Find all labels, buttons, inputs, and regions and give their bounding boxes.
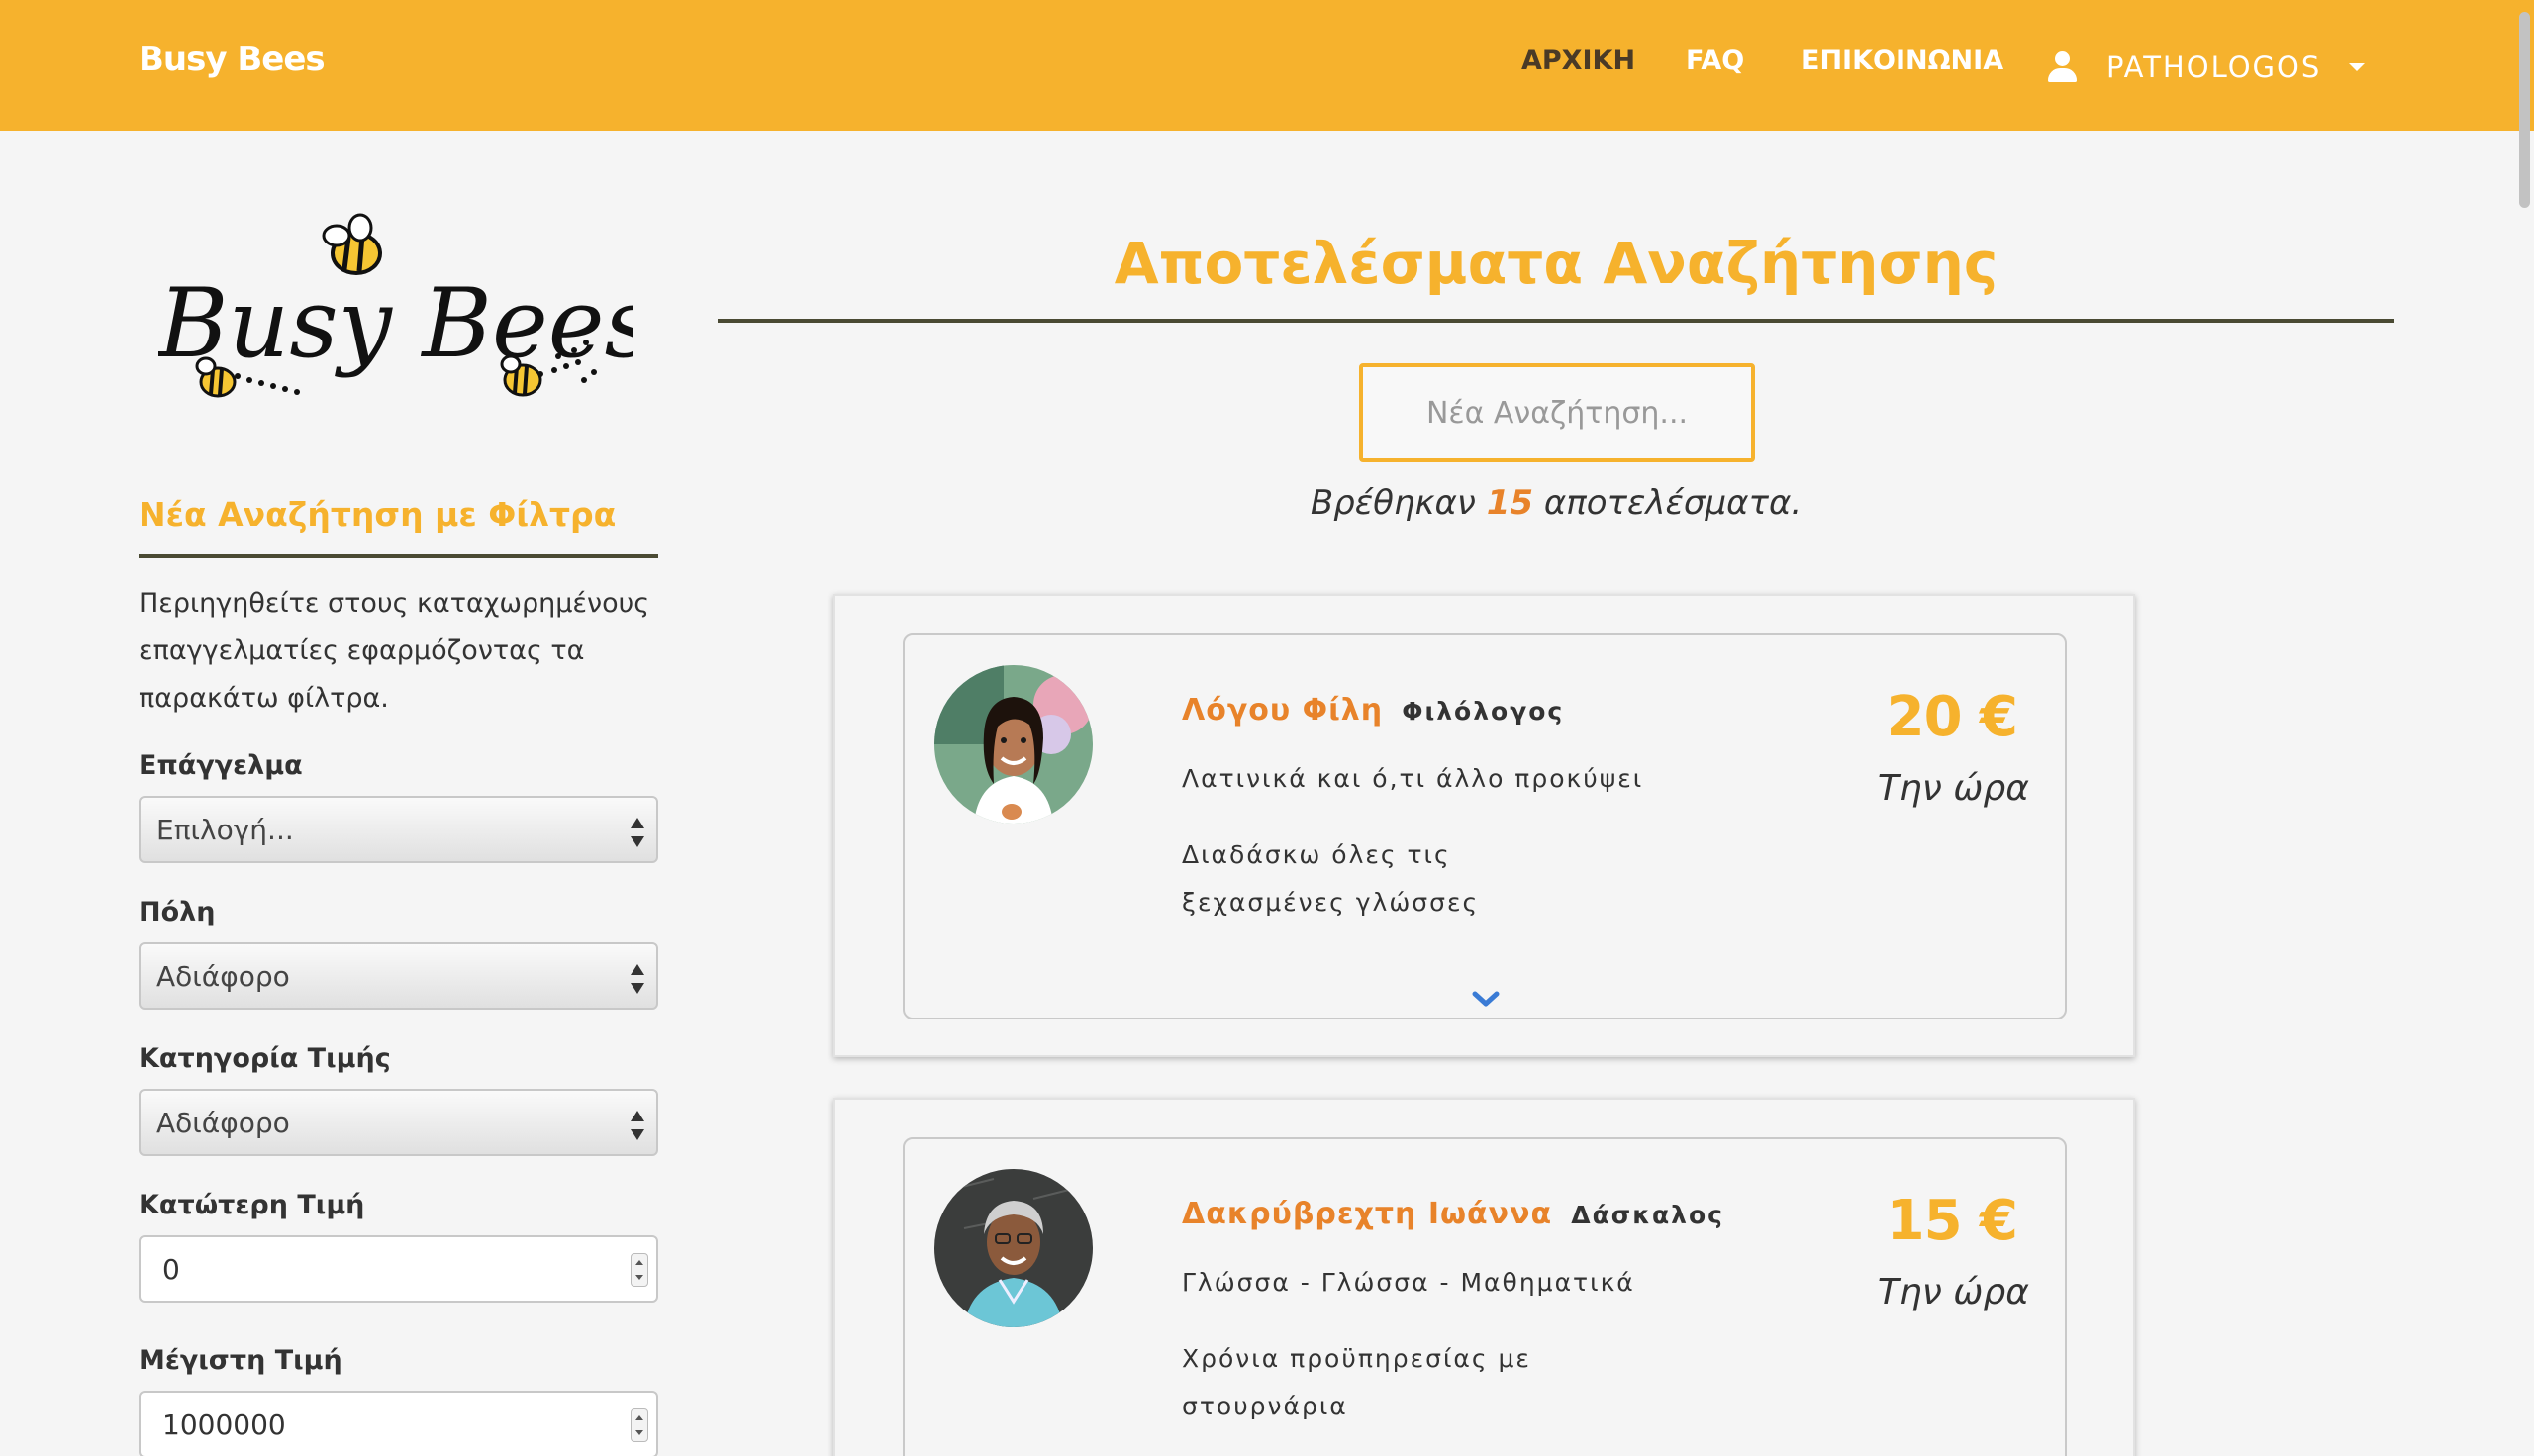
price-unit: Την ώρα [1877, 1272, 2029, 1312]
min-price-stepper[interactable] [631, 1253, 648, 1287]
price-category-select[interactable]: Αδιάφορο [139, 1089, 658, 1156]
logo-text: Busy Bees [158, 268, 634, 379]
profession-label: Επάγγελμα [139, 750, 303, 781]
min-price-label: Κατώτερη Τιμή [139, 1190, 365, 1220]
professional-subjects: Λατινικά και ό,τι άλλο προκύψει [1182, 764, 1644, 793]
filters-divider [139, 554, 658, 558]
max-price-value: 1000000 [162, 1407, 286, 1441]
result-card-inner[interactable]: Λόγου Φίλη Φιλόλογος Λατινικά και ό,τι ά… [903, 633, 2067, 1019]
price-category-select-value: Αδιάφορο [156, 1106, 290, 1139]
brand-link[interactable]: Busy Bees [139, 40, 326, 79]
nav-home[interactable]: ΑΡΧΙΚΗ [1521, 46, 1635, 76]
nav-faq[interactable]: FAQ [1686, 46, 1744, 76]
page-title: Αποτελέσματα Αναζήτησης [1114, 230, 1998, 297]
results-summary: Βρέθηκαν 15 αποτελέσματα. [718, 483, 2394, 523]
price-value: 20 € [1886, 685, 2018, 749]
results-prefix: Βρέθηκαν [1310, 483, 1476, 523]
max-price-input[interactable]: 1000000 [139, 1391, 658, 1456]
min-price-input[interactable]: 0 [139, 1235, 658, 1303]
professional-name-line: Δακρύβρεχτη Ιωάννα Δάσκαλος [1182, 1197, 1724, 1231]
scrollbar-thumb[interactable] [2519, 12, 2530, 208]
busy-bees-logo: Busy Bees [158, 213, 634, 398]
profession-select[interactable]: Επιλογή... [139, 796, 658, 863]
user-name: PATHOLOGOS [2106, 50, 2322, 84]
select-arrows-icon [631, 818, 644, 847]
professional-name[interactable]: Λόγου Φίλη [1182, 693, 1383, 728]
select-arrows-icon [631, 1111, 644, 1140]
professional-description: Χρόνια προϋπηρεσίας με στουρνάρια [1182, 1344, 1531, 1420]
new-search-input[interactable]: Νέα Αναζήτηση... [1359, 363, 1755, 462]
min-price-value: 0 [162, 1252, 180, 1286]
page-scrollbar[interactable] [2514, 0, 2534, 1456]
city-select-value: Αδιάφορο [156, 959, 290, 993]
professional-profession: Φιλόλογος [1402, 697, 1565, 726]
price-value: 15 € [1886, 1189, 2018, 1253]
max-price-label: Μέγιστη Τιμή [139, 1345, 342, 1376]
professional-name-line: Λόγου Φίλη Φιλόλογος [1182, 693, 1564, 728]
professional-name[interactable]: Δακρύβρεχτη Ιωάννα [1182, 1197, 1552, 1231]
filters-title: Νέα Αναζήτηση με Φίλτρα [139, 495, 617, 534]
bee-top-icon [322, 213, 382, 275]
price-category-label: Κατηγορία Τιμής [139, 1043, 391, 1074]
result-card: Λόγου Φίλη Φιλόλογος Λατινικά και ό,τι ά… [833, 594, 2135, 1057]
select-arrows-icon [631, 964, 644, 994]
caret-down-icon [2349, 63, 2366, 71]
profession-select-value: Επιλογή... [156, 813, 294, 846]
max-price-stepper[interactable] [631, 1408, 648, 1442]
chevron-down-icon[interactable] [1472, 990, 1500, 1008]
professional-subjects: Γλώσσα - Γλώσσα - Μαθηματικά [1182, 1268, 1635, 1297]
avatar [934, 665, 1093, 824]
professional-description: Διαδάσκω όλες τις ξεχασμένες γλώσσες [1182, 840, 1480, 917]
avatar [934, 1169, 1093, 1327]
title-divider [718, 319, 2394, 323]
result-card-inner[interactable]: Δακρύβρεχτη Ιωάννα Δάσκαλος Γλώσσα - Γλώ… [903, 1137, 2067, 1456]
results-suffix: αποτελέσματα. [1543, 483, 1803, 523]
city-select[interactable]: Αδιάφορο [139, 942, 658, 1010]
professional-profession: Δάσκαλος [1571, 1201, 1724, 1229]
city-label: Πόλη [139, 897, 216, 927]
results-count: 15 [1486, 483, 1534, 523]
nav-contact[interactable]: ΕΠΙΚΟΙΝΩΝΙΑ [1802, 46, 2003, 76]
filters-description: Περιηγηθείτε στους καταχωρημένους επαγγε… [139, 588, 650, 714]
price-unit: Την ώρα [1877, 768, 2029, 809]
navbar: Busy Bees ΑΡΧΙΚΗ FAQ ΕΠΙΚΟΙΝΩΝΙΑ PATHOLO… [0, 0, 2534, 131]
result-card: Δακρύβρεχτη Ιωάννα Δάσκαλος Γλώσσα - Γλώ… [833, 1098, 2135, 1456]
user-menu[interactable]: PATHOLOGOS [2047, 44, 2366, 91]
user-icon [2047, 51, 2077, 83]
